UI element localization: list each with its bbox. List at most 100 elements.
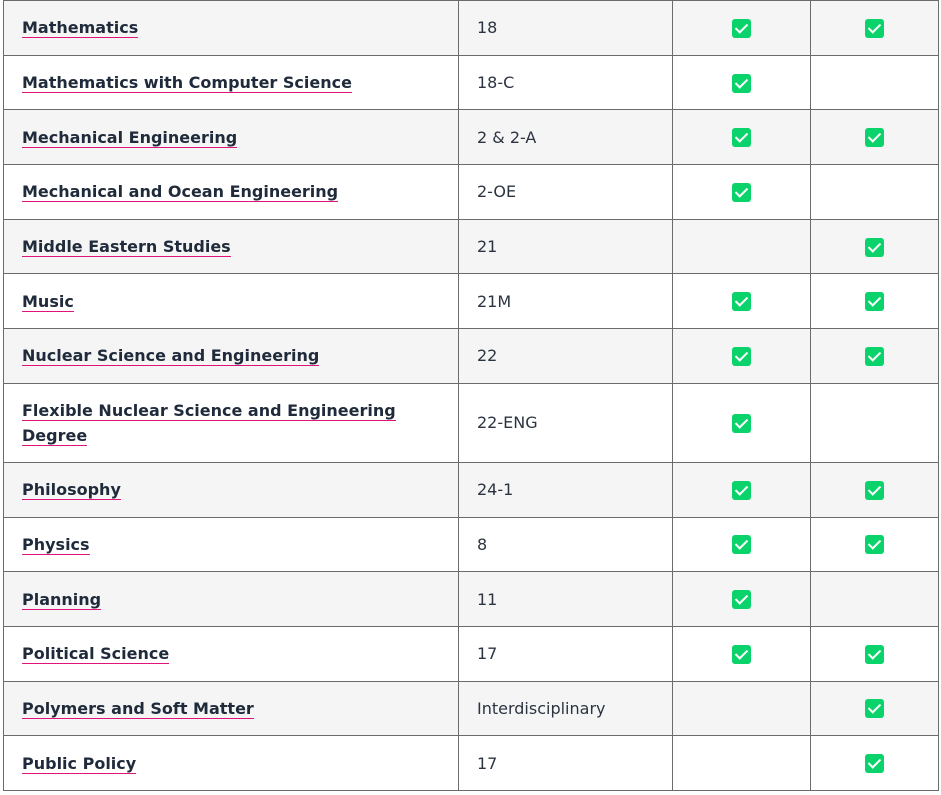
check-cell — [672, 382, 811, 463]
program-cell: Mechanical and Ocean Engineering — [3, 164, 459, 220]
checkmark-icon — [865, 18, 884, 38]
checkmark-icon — [732, 182, 751, 202]
check-cell — [810, 382, 939, 463]
check-cell — [672, 571, 811, 627]
program-cell: Polymers and Soft Matter — [3, 680, 459, 737]
course-number: 18-C — [458, 54, 673, 111]
program-cell: Political Science — [3, 625, 459, 682]
table-row: Mechanical and Ocean Engineering 2-OE — [3, 164, 939, 220]
course-number: 21 — [458, 218, 673, 275]
check-cell — [810, 461, 939, 518]
program-link[interactable]: Polymers and Soft Matter — [22, 698, 254, 719]
check-cell — [810, 164, 939, 220]
check-cell — [672, 735, 811, 791]
program-link[interactable]: Music — [22, 291, 74, 312]
check-cell — [810, 109, 939, 166]
checkmark-icon — [732, 346, 751, 366]
check-cell — [810, 516, 939, 573]
program-link[interactable]: Planning — [22, 589, 102, 610]
check-cell — [672, 109, 811, 166]
table-row: Planning 11 — [3, 571, 939, 627]
checkmark-icon — [732, 73, 751, 93]
table-row: Nuclear Science and Engineering 22 — [3, 328, 939, 384]
checkmark-icon — [865, 237, 884, 257]
check-cell — [672, 218, 811, 275]
check-cell — [810, 571, 939, 627]
checkmark-icon — [865, 480, 884, 500]
checkmark-icon — [732, 413, 751, 433]
program-cell: Mathematics — [3, 0, 459, 56]
program-link[interactable]: Mechanical and Ocean Engineering — [22, 182, 339, 203]
check-cell — [810, 0, 939, 56]
program-link[interactable]: Mechanical Engineering — [22, 127, 238, 148]
check-cell — [672, 328, 811, 384]
course-number: 21M — [458, 273, 673, 330]
checkmark-icon — [732, 535, 751, 555]
checkmark-icon — [865, 346, 884, 366]
table-row: Political Science 17 — [3, 625, 939, 682]
check-cell — [810, 735, 939, 791]
program-link[interactable]: Physics — [22, 534, 90, 555]
check-cell — [810, 273, 939, 330]
course-number: 17 — [458, 625, 673, 682]
table-row: Philosophy 24-1 — [3, 461, 939, 518]
checkmark-icon — [865, 754, 884, 774]
checkmark-icon — [865, 535, 884, 555]
program-cell: Flexible Nuclear Science and Engineering… — [3, 382, 459, 463]
table-row: Physics 8 — [3, 516, 939, 573]
course-number: 8 — [458, 516, 673, 573]
program-cell: Physics — [3, 516, 459, 573]
check-cell — [810, 54, 939, 111]
check-cell — [672, 273, 811, 330]
program-cell: Public Policy — [3, 735, 459, 791]
checkmark-icon — [865, 699, 884, 719]
table-row: Mathematics with Computer Science 18-C — [3, 54, 939, 111]
checkmark-icon — [732, 18, 751, 38]
program-cell: Philosophy — [3, 461, 459, 518]
course-number: 22 — [458, 328, 673, 384]
check-cell — [810, 625, 939, 682]
program-link[interactable]: Public Policy — [22, 753, 137, 774]
program-cell: Nuclear Science and Engineering — [3, 328, 459, 384]
checkmark-icon — [732, 644, 751, 664]
course-number: 24-1 — [458, 461, 673, 518]
program-link[interactable]: Flexible Nuclear Science and Engineering… — [22, 400, 396, 446]
table-row: Polymers and Soft Matter Interdisciplinar… — [3, 680, 939, 737]
check-cell — [672, 461, 811, 518]
course-number: 17 — [458, 735, 673, 791]
check-cell — [810, 328, 939, 384]
program-cell: Planning — [3, 571, 459, 627]
course-number: 22-ENG — [458, 382, 673, 463]
program-link[interactable]: Nuclear Science and Engineering — [22, 346, 320, 367]
program-link[interactable]: Middle Eastern Studies — [22, 237, 231, 258]
program-link[interactable]: Philosophy — [22, 480, 121, 501]
table-row: Flexible Nuclear Science and Engineering… — [3, 382, 939, 463]
program-link[interactable]: Mathematics — [22, 18, 139, 39]
program-cell: Mechanical Engineering — [3, 109, 459, 166]
program-cell: Music — [3, 273, 459, 330]
check-cell — [810, 680, 939, 737]
check-cell — [672, 54, 811, 111]
program-link[interactable]: Mathematics with Computer Science — [22, 73, 352, 94]
check-cell — [672, 516, 811, 573]
check-cell — [810, 218, 939, 275]
table-row: Middle Eastern Studies 21 — [3, 218, 939, 275]
course-number: 2 & 2-A — [458, 109, 673, 166]
check-cell — [672, 625, 811, 682]
check-cell — [672, 0, 811, 56]
programs-table: Mathematics 18 Mathematics with Computer S… — [3, 0, 939, 791]
checkmark-icon — [732, 590, 751, 610]
table-row: Public Policy 17 — [3, 735, 939, 791]
checkmark-icon — [732, 292, 751, 312]
program-cell: Mathematics with Computer Science — [3, 54, 459, 111]
check-cell — [672, 680, 811, 737]
program-link[interactable]: Political Science — [22, 644, 170, 665]
table-row: Mathematics 18 — [3, 0, 939, 56]
course-number: 11 — [458, 571, 673, 627]
checkmark-icon — [732, 480, 751, 500]
table-row: Music 21M — [3, 273, 939, 330]
course-number: Interdisciplinary — [458, 680, 673, 737]
checkmark-icon — [732, 128, 751, 148]
checkmark-icon — [865, 644, 884, 664]
table-row: Mechanical Engineering 2 & 2-A — [3, 109, 939, 166]
